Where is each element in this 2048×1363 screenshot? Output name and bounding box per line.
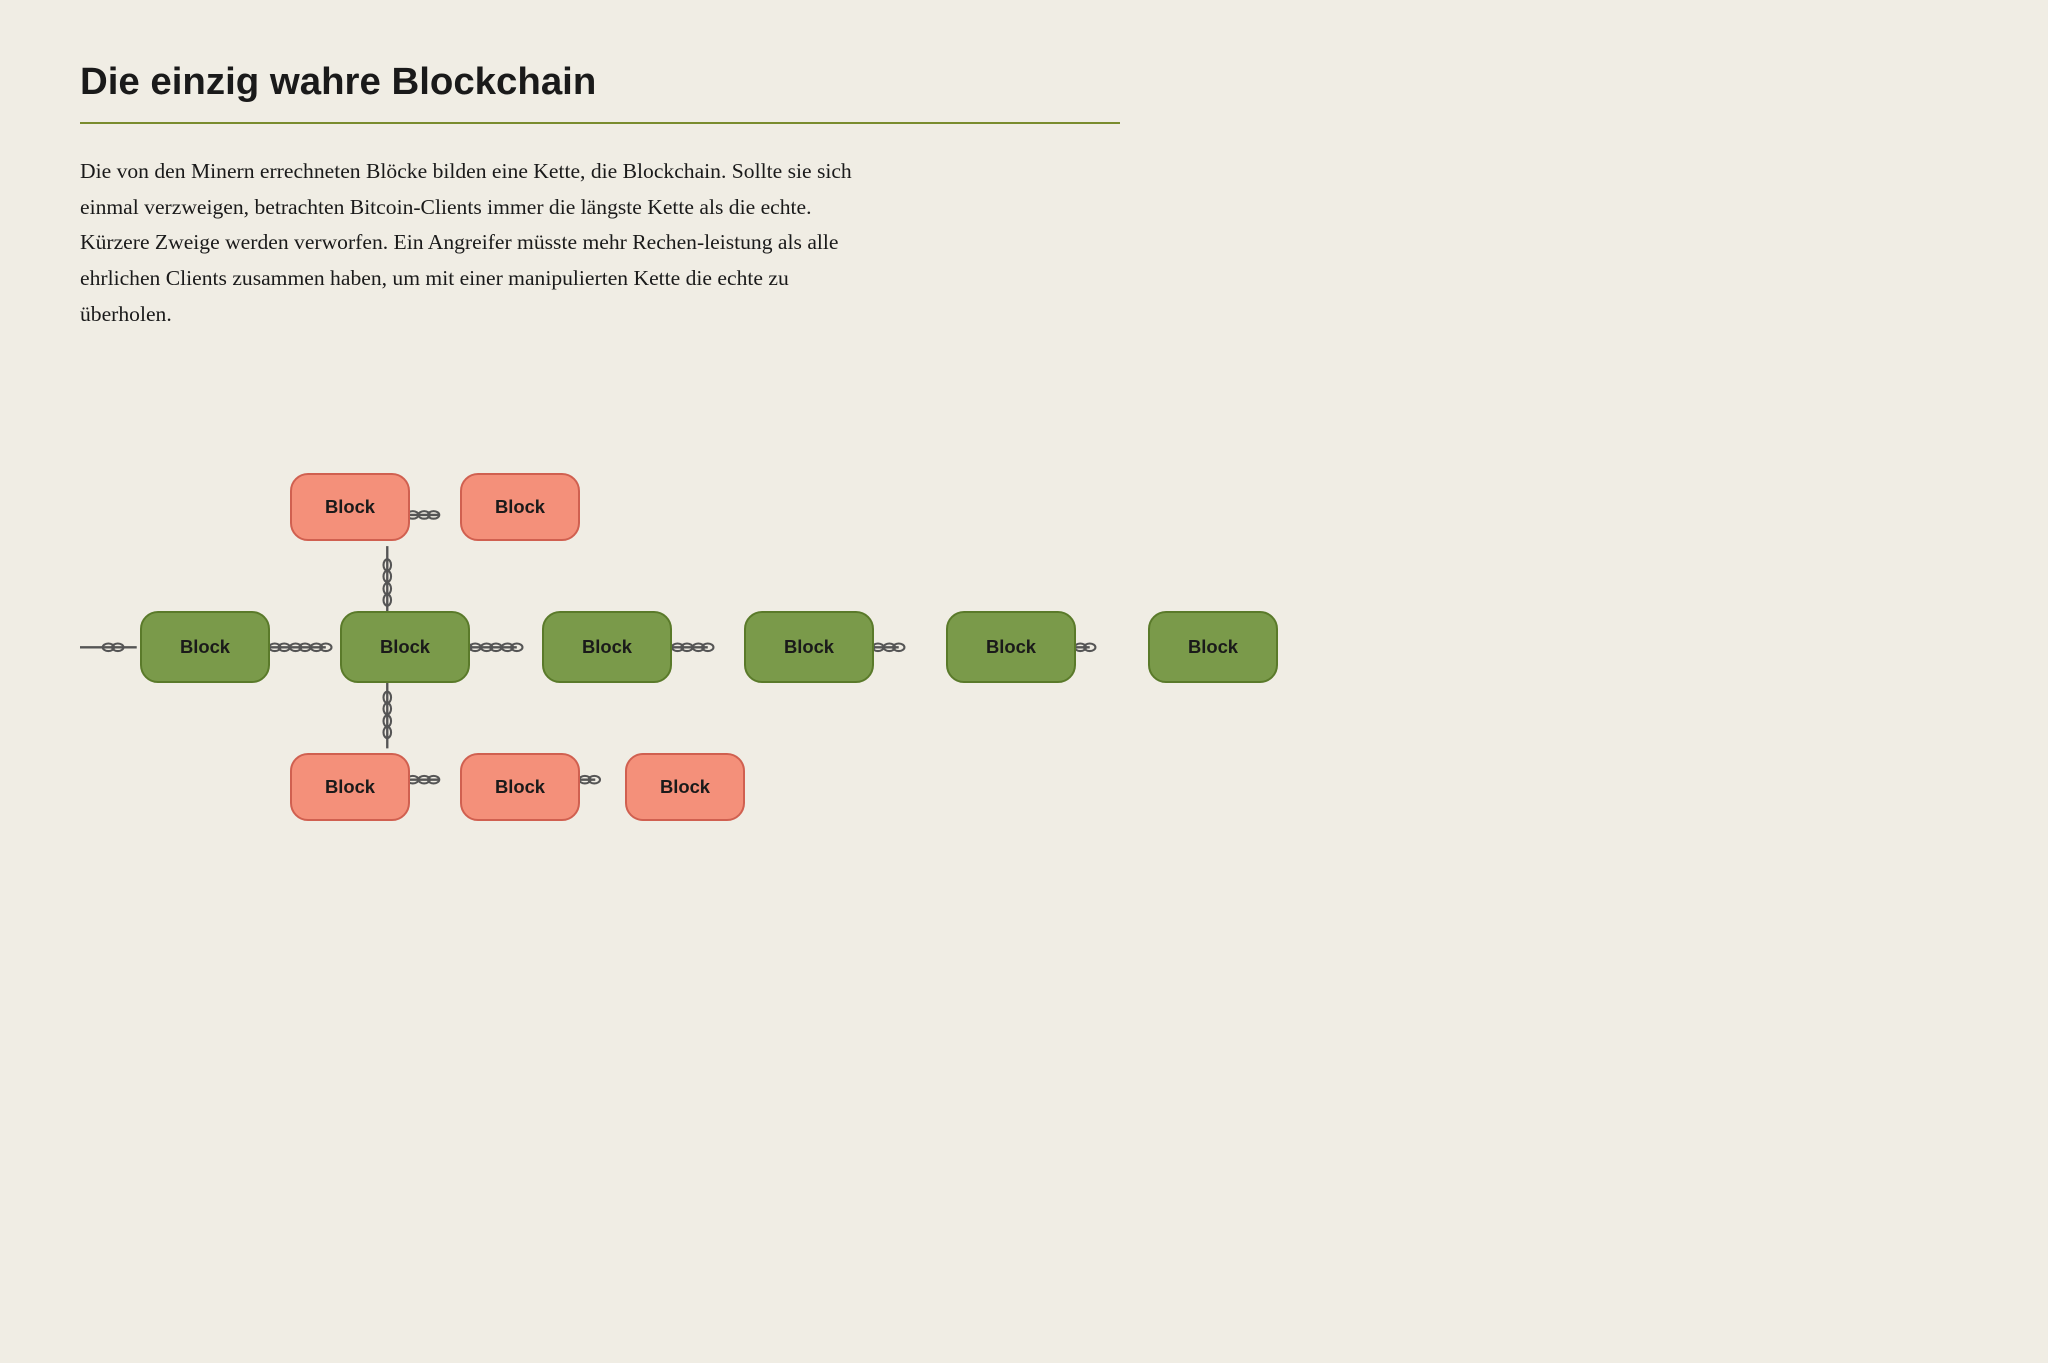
page-container: Die einzig wahre Blockchain Die von den …: [0, 0, 1200, 992]
block-green-4: Block: [744, 611, 874, 683]
block-green-3: Block: [542, 611, 672, 683]
block-red-bottom-3: Block: [625, 753, 745, 821]
divider: [80, 122, 1120, 124]
description: Die von den Minern errechneten Blöcke bi…: [80, 154, 860, 332]
blockchain-diagram: Block Block Block Block Block Block Bloc…: [80, 392, 1120, 912]
block-green-2: Block: [340, 611, 470, 683]
block-red-top-2: Block: [460, 473, 580, 541]
block-red-bottom-2: Block: [460, 753, 580, 821]
block-green-1: Block: [140, 611, 270, 683]
block-green-5: Block: [946, 611, 1076, 683]
block-red-bottom-1: Block: [290, 753, 410, 821]
page-title: Die einzig wahre Blockchain: [80, 60, 1120, 104]
block-red-top-1: Block: [290, 473, 410, 541]
block-green-6: Block: [1148, 611, 1278, 683]
diagram-container: Block Block Block Block Block Block Bloc…: [80, 392, 1120, 912]
